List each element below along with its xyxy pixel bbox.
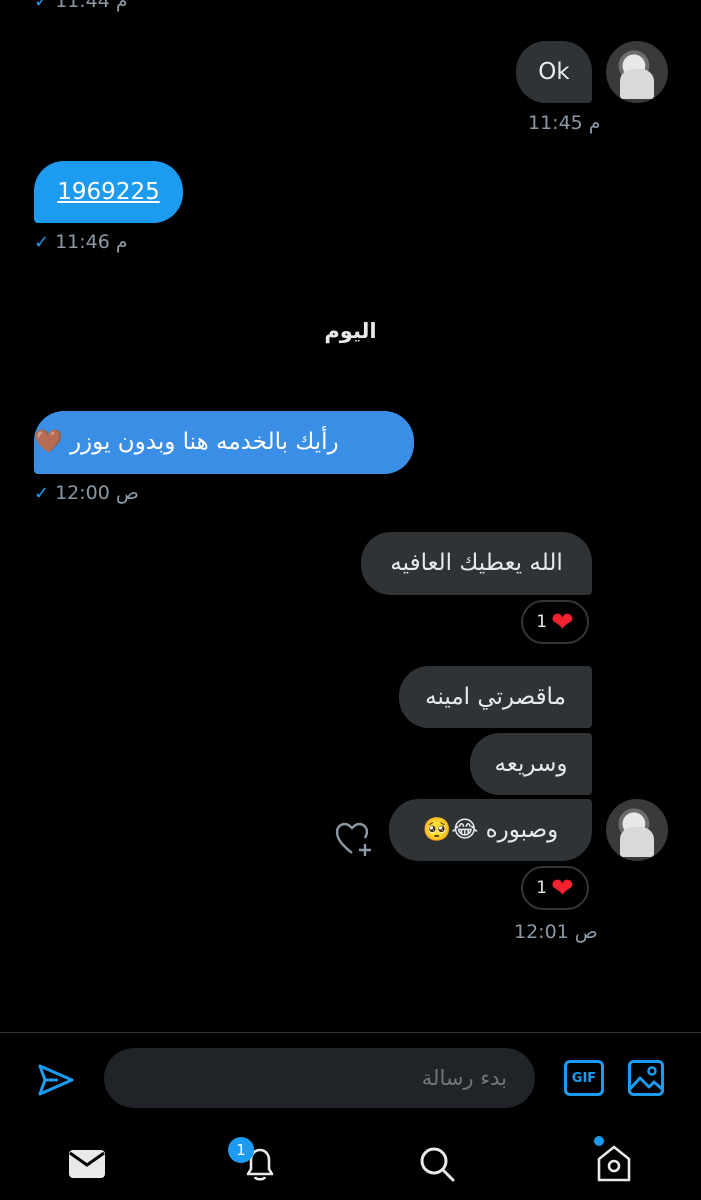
avatar[interactable] xyxy=(606,799,668,861)
message-link[interactable]: 1969225 xyxy=(57,180,159,204)
gif-button[interactable]: GIF xyxy=(564,1060,604,1096)
message-bubble[interactable]: وصبوره 😂🥺 xyxy=(389,799,592,861)
message-bubble[interactable]: وسريعه xyxy=(470,733,592,795)
message-bubble[interactable]: ماقصرتي امينه xyxy=(399,666,592,728)
home-new-dot xyxy=(594,1136,604,1146)
send-icon[interactable] xyxy=(36,1060,76,1100)
read-check-icon: ✓ xyxy=(34,232,50,253)
home-icon[interactable] xyxy=(594,1142,634,1184)
day-separator: اليوم xyxy=(324,319,377,343)
message-timestamp: 12:01 ص xyxy=(514,921,598,943)
avatar[interactable] xyxy=(606,41,668,103)
message-input-placeholder: بدء رسالة xyxy=(421,1066,507,1090)
read-check-icon: ✓ xyxy=(34,0,50,12)
message-bubble[interactable]: رأيك بالخدمه هنا وبدون يوزر 🤎 xyxy=(34,411,414,474)
message-bubble[interactable]: Ok xyxy=(516,41,592,103)
search-icon[interactable] xyxy=(417,1144,457,1184)
reaction-pill[interactable]: 1 ❤ xyxy=(521,866,589,910)
image-icon[interactable] xyxy=(627,1059,665,1097)
heart-icon: ❤ xyxy=(551,606,574,638)
add-reaction-icon[interactable] xyxy=(334,820,374,860)
read-check-icon: ✓ xyxy=(34,483,50,504)
heart-icon: ❤ xyxy=(551,872,574,904)
message-input[interactable]: بدء رسالة xyxy=(104,1048,535,1108)
partial-timestamp: ✓ 11:44 م xyxy=(34,0,128,12)
message-timestamp: ✓ 11:46 م xyxy=(34,231,128,253)
divider xyxy=(0,1032,701,1033)
messages-icon[interactable] xyxy=(68,1148,106,1180)
reaction-pill[interactable]: 1 ❤ xyxy=(521,600,589,644)
message-bubble[interactable]: 1969225 xyxy=(34,161,183,223)
notifications-badge: 1 xyxy=(228,1137,254,1163)
message-bubble[interactable]: الله يعطيك العافيه xyxy=(361,532,592,595)
message-timestamp: 11:45 م xyxy=(528,112,601,134)
message-timestamp: ✓ 12:00 ص xyxy=(34,482,139,504)
